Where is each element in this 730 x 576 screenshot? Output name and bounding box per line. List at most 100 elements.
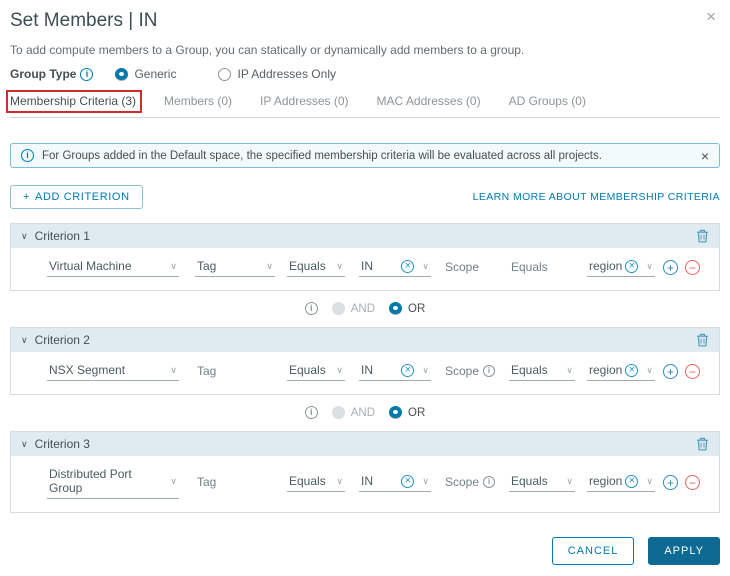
clear-icon[interactable]: ✕: [625, 363, 639, 377]
chevron-down-icon: ∨: [422, 364, 429, 375]
remove-tag-icon[interactable]: −: [685, 260, 700, 275]
remove-tag-icon[interactable]: −: [685, 364, 700, 379]
criterion-1-title: Criterion 1: [34, 229, 90, 243]
chevron-down-icon: ∨: [566, 364, 573, 375]
connector-info-icon[interactable]: i: [304, 406, 318, 419]
radio-disabled-icon: [331, 406, 345, 419]
add-tag-icon[interactable]: +: [663, 260, 678, 275]
tag-value-select[interactable]: IN ✕ ∨: [359, 258, 431, 277]
radio-generic-label: Generic: [134, 67, 177, 81]
criterion-3-title: Criterion 3: [34, 437, 90, 451]
banner-close-icon[interactable]: ×: [701, 148, 709, 164]
tab-mac-addresses[interactable]: MAC Addresses (0): [377, 94, 481, 108]
scope-operator-select[interactable]: Equals ∨: [509, 473, 575, 492]
group-type-info-icon[interactable]: i: [80, 67, 94, 81]
criterion-2-header[interactable]: ∨ Criterion 2: [11, 328, 719, 352]
chevron-down-icon: ∨: [336, 260, 343, 271]
trash-icon[interactable]: [696, 333, 709, 347]
tag-value-select[interactable]: IN ✕ ∨: [359, 362, 431, 381]
criterion-1-header[interactable]: ∨ Criterion 1: [11, 224, 719, 248]
remove-tag-icon[interactable]: −: [685, 475, 700, 490]
banner-info-icon: i: [21, 149, 34, 162]
radio-selected-icon: [115, 67, 129, 81]
scope-label: Scope i: [445, 474, 505, 492]
tab-ip-addresses[interactable]: IP Addresses (0): [260, 94, 349, 108]
scope-info-icon[interactable]: i: [483, 475, 496, 488]
chevron-down-icon: ∨: [170, 260, 177, 271]
member-type-select[interactable]: Distributed Port Group ∨: [47, 466, 179, 499]
operator-select[interactable]: Equals ∨: [287, 362, 345, 381]
clear-icon[interactable]: ✕: [401, 259, 415, 273]
group-type-row: Group Type i Generic IP Addresses Only: [10, 67, 720, 81]
radio-unselected-icon: [218, 67, 232, 81]
tag-value-select[interactable]: IN ✕ ∨: [359, 473, 431, 492]
radio-and[interactable]: AND: [331, 302, 375, 315]
learn-more-link[interactable]: LEARN MORE ABOUT MEMBERSHIP CRITERIA: [473, 191, 720, 203]
scope-label: Scope i: [445, 363, 505, 381]
radio-ip-addresses-only[interactable]: IP Addresses Only: [218, 67, 336, 81]
criterion-2-title: Criterion 2: [34, 333, 90, 347]
radio-generic[interactable]: Generic: [115, 67, 176, 81]
add-criterion-button[interactable]: + ADD CRITERION: [10, 185, 143, 209]
chevron-down-icon: ∨: [170, 364, 177, 375]
cancel-button[interactable]: CANCEL: [551, 537, 635, 565]
banner-text: For Groups added in the Default space, t…: [42, 149, 602, 162]
add-tag-icon[interactable]: +: [663, 364, 678, 379]
criterion-3-header[interactable]: ∨ Criterion 3: [11, 432, 719, 456]
criterion-panel-3: ∨ Criterion 3 Distributed Port Group ∨ T…: [10, 431, 720, 513]
clear-icon[interactable]: ✕: [401, 474, 415, 488]
chevron-down-icon: ∨: [422, 475, 429, 486]
radio-ip-label: IP Addresses Only: [237, 67, 336, 81]
criteria-toolbar: + ADD CRITERION LEARN MORE ABOUT MEMBERS…: [10, 185, 720, 209]
chevron-down-icon: ∨: [336, 364, 343, 375]
chevron-down-icon: ∨: [646, 475, 653, 486]
page-title: Set Members | IN: [10, 10, 158, 31]
tab-bar: Membership Criteria (3) Members (0) IP A…: [6, 90, 720, 118]
member-type-select[interactable]: NSX Segment ∨: [47, 362, 179, 381]
chevron-down-icon: ∨: [422, 260, 429, 271]
scope-operator-label: Equals: [511, 259, 548, 274]
close-icon[interactable]: ×: [706, 8, 716, 25]
tab-members[interactable]: Members (0): [164, 94, 232, 108]
trash-icon[interactable]: [696, 229, 709, 243]
radio-selected-icon: [389, 406, 403, 419]
plus-icon: +: [23, 191, 31, 203]
criterion-panel-1: ∨ Criterion 1 Virtual Machine ∨ Tag ∨ Eq…: [10, 223, 720, 291]
scope-label: Scope: [445, 259, 480, 274]
chevron-down-icon: ∨: [21, 438, 28, 449]
radio-or[interactable]: OR: [389, 302, 425, 315]
tab-membership-criteria[interactable]: Membership Criteria (3): [6, 90, 143, 113]
scope-value-select[interactable]: region ✕ ∨: [587, 473, 655, 492]
radio-or[interactable]: OR: [389, 406, 425, 419]
scope-value-select[interactable]: region ✕ ∨: [587, 362, 655, 381]
chevron-down-icon: ∨: [170, 475, 177, 486]
clear-icon[interactable]: ✕: [625, 474, 639, 488]
radio-disabled-icon: [331, 302, 345, 315]
clear-icon[interactable]: ✕: [401, 363, 415, 377]
property-label: Tag: [197, 363, 217, 378]
criterion-panel-2: ∨ Criterion 2 NSX Segment ∨ Tag Equals ∨…: [10, 327, 720, 395]
property-label: Tag: [197, 474, 217, 489]
member-type-select[interactable]: Virtual Machine ∨: [47, 258, 179, 277]
scope-operator-select[interactable]: Equals ∨: [509, 362, 575, 381]
apply-button[interactable]: APPLY: [648, 537, 720, 565]
operator-select[interactable]: Equals ∨: [287, 258, 345, 277]
clear-icon[interactable]: ✕: [625, 259, 639, 273]
dialog-footer: CANCEL APPLY: [551, 537, 720, 565]
connector-info-icon[interactable]: i: [304, 302, 318, 315]
operator-select[interactable]: Equals ∨: [287, 473, 345, 492]
radio-selected-icon: [389, 302, 403, 315]
tab-ad-groups[interactable]: AD Groups (0): [509, 94, 586, 108]
dialog-description: To add compute members to a Group, you c…: [10, 43, 525, 57]
and-or-connector-1: i AND OR: [10, 302, 720, 315]
scope-value-select[interactable]: region ✕ ∨: [587, 258, 655, 277]
chevron-down-icon: ∨: [21, 230, 28, 241]
trash-icon[interactable]: [696, 437, 709, 451]
add-tag-icon[interactable]: +: [663, 475, 678, 490]
info-banner: i For Groups added in the Default space,…: [10, 143, 720, 168]
property-select[interactable]: Tag ∨: [195, 258, 275, 277]
radio-and[interactable]: AND: [331, 406, 375, 419]
scope-info-icon[interactable]: i: [483, 364, 496, 377]
set-members-dialog: Set Members | IN × To add compute member…: [0, 0, 730, 576]
group-type-label: Group Type: [10, 67, 77, 81]
